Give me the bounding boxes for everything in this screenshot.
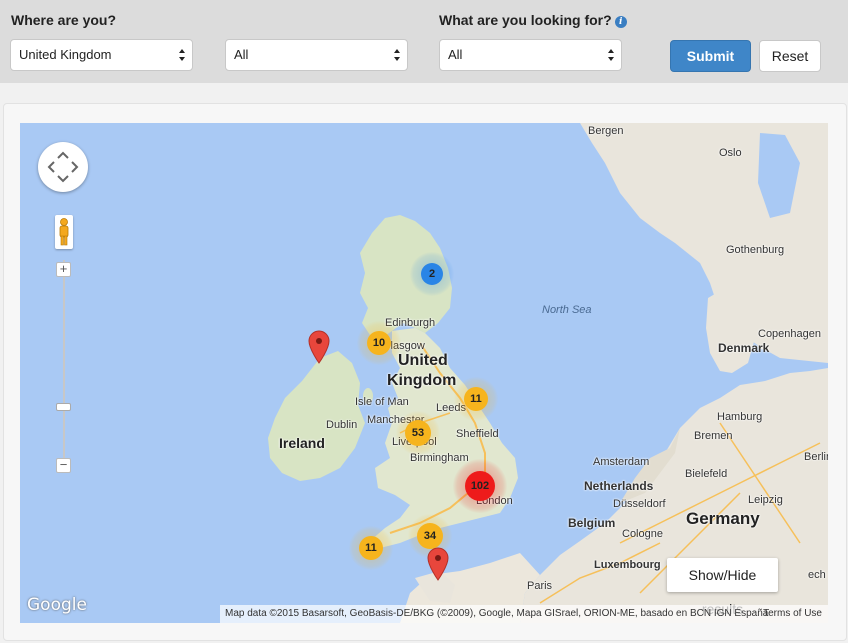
country-select[interactable]: United Kingdom bbox=[10, 39, 193, 71]
region-select-value: All bbox=[234, 47, 249, 62]
place-north-sea: North Sea bbox=[542, 304, 592, 316]
category-select-value: All bbox=[448, 47, 463, 62]
location-label: Where are you? bbox=[11, 12, 117, 28]
map-pin-icon[interactable] bbox=[308, 330, 330, 364]
place-denmark: Denmark bbox=[718, 341, 770, 355]
terms-of-use-link[interactable]: Terms of Use bbox=[763, 605, 822, 623]
looking-for-label: What are you looking for? i bbox=[439, 12, 627, 28]
place-luxembourg: Luxembourg bbox=[594, 559, 661, 571]
select-arrows-icon bbox=[394, 49, 400, 61]
place-germany: Germany bbox=[686, 509, 760, 528]
street-view-pegman[interactable] bbox=[55, 215, 73, 249]
select-arrows-icon bbox=[608, 49, 614, 61]
place-netherlands: Netherlands bbox=[584, 479, 654, 493]
place-belgium: Belgium bbox=[568, 516, 616, 530]
cluster-count: 2 bbox=[421, 263, 443, 285]
category-select[interactable]: All bbox=[439, 39, 622, 71]
cluster-count: 10 bbox=[367, 331, 391, 355]
map-pin-icon[interactable] bbox=[427, 547, 449, 581]
zoom-in-button[interactable]: + bbox=[56, 262, 71, 277]
place-bremen: Bremen bbox=[694, 430, 733, 442]
cluster-marker[interactable]: 102 bbox=[453, 459, 507, 513]
cluster-count: 11 bbox=[464, 387, 488, 411]
place-czech-partial: ech bbox=[808, 569, 826, 581]
place-sheffield: Sheffield bbox=[456, 428, 499, 440]
place-bergen: Bergen bbox=[588, 125, 624, 137]
place-paris: Paris bbox=[527, 580, 553, 592]
cluster-count: 53 bbox=[405, 420, 431, 446]
show-hide-results-button[interactable]: Show/Hide results bbox=[667, 558, 778, 617]
place-united: United bbox=[398, 352, 448, 369]
info-icon[interactable]: i bbox=[614, 16, 627, 28]
place-berlin: Berlin bbox=[804, 451, 828, 463]
place-dublin: Dublin bbox=[326, 419, 358, 431]
zoom-out-button[interactable]: − bbox=[56, 458, 71, 473]
cluster-count: 102 bbox=[465, 471, 495, 501]
place-leipzig: Leipzig bbox=[748, 494, 783, 506]
place-kingdom: Kingdom bbox=[387, 372, 457, 389]
place-ireland: Ireland bbox=[279, 435, 325, 451]
zoom-slider-thumb[interactable] bbox=[56, 403, 71, 411]
place-bielefeld: Bielefeld bbox=[685, 468, 728, 480]
place-isle-of-man: Isle of Man bbox=[355, 396, 409, 408]
country-select-value: United Kingdom bbox=[19, 47, 112, 62]
pegman-icon bbox=[59, 218, 69, 246]
reset-button[interactable]: Reset bbox=[759, 40, 821, 72]
looking-for-label-text: What are you looking for? bbox=[439, 12, 612, 28]
zoom-track[interactable] bbox=[63, 260, 65, 468]
cluster-count: 11 bbox=[359, 536, 383, 560]
filter-bar: Where are you? What are you looking for?… bbox=[0, 0, 848, 83]
submit-button[interactable]: Submit bbox=[670, 40, 751, 72]
cluster-marker[interactable]: 11 bbox=[454, 377, 498, 421]
region-select[interactable]: All bbox=[225, 39, 408, 71]
pan-control[interactable] bbox=[38, 142, 88, 192]
place-amsterdam: Amsterdam bbox=[593, 456, 650, 468]
place-hamburg: Hamburg bbox=[717, 411, 763, 423]
cluster-count: 34 bbox=[417, 523, 443, 549]
map[interactable]: Bergen Oslo Gothenburg North Sea Copenha… bbox=[20, 123, 828, 623]
map-attribution: Map data ©2015 Basarsoft, GeoBasis-DE/BK… bbox=[220, 605, 828, 623]
cluster-marker[interactable]: 53 bbox=[396, 411, 440, 455]
cluster-marker[interactable]: 10 bbox=[357, 321, 401, 365]
attribution-text: Map data ©2015 Basarsoft, GeoBasis-DE/BK… bbox=[225, 608, 769, 619]
place-dusseldorf: Düsseldorf bbox=[613, 498, 666, 510]
cluster-marker[interactable]: 11 bbox=[349, 526, 393, 570]
pan-arrows-icon bbox=[47, 151, 79, 183]
place-copenhagen: Copenhagen bbox=[758, 328, 822, 340]
place-cologne: Cologne bbox=[622, 528, 663, 540]
google-logo[interactable]: Google bbox=[27, 595, 87, 615]
place-oslo: Oslo bbox=[719, 147, 742, 159]
cluster-marker[interactable]: 2 bbox=[410, 252, 454, 296]
place-gothenburg: Gothenburg bbox=[726, 244, 785, 256]
select-arrows-icon bbox=[179, 49, 185, 61]
